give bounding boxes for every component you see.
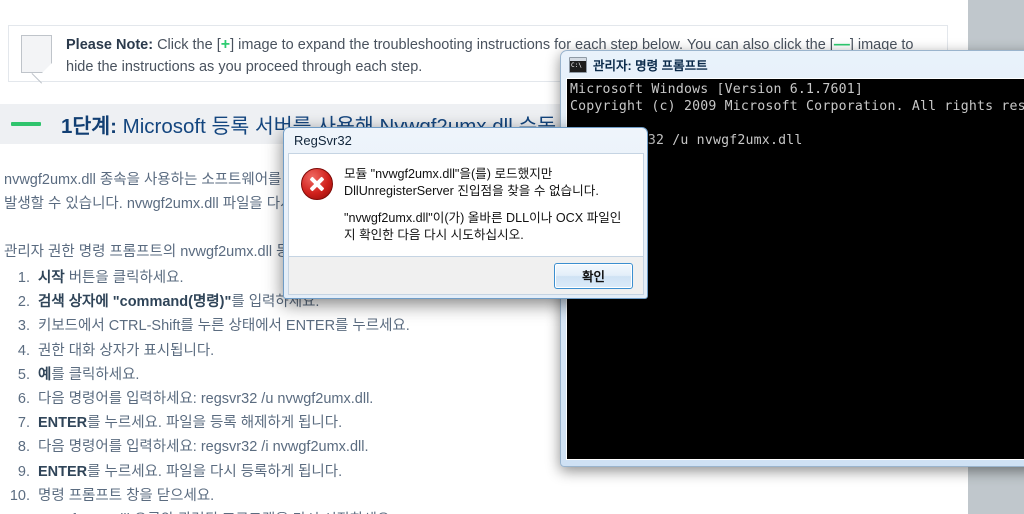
- dialog-body: 모듈 "nvwgf2umx.dll"을(를) 로드했지만 DllUnregist…: [288, 153, 644, 257]
- list-item-text: 를 누르세요. 파일을 등록 해제하게 됩니다.: [87, 415, 343, 432]
- list-item-text: 명령 프롬프트 창을 닫으세요.: [38, 487, 215, 504]
- list-item-text: 권한 대화 상자가 표시됩니다.: [38, 342, 215, 359]
- dialog-message-line-4: 지 확인한 다음 다시 시도하십시오.: [344, 227, 524, 242]
- regsvr32-dialog[interactable]: RegSvr32 모듈 "nvwgf2umx.dll"을(를) 로드했지만 Dl…: [283, 127, 648, 299]
- dialog-titlebar[interactable]: RegSvr32: [284, 128, 647, 153]
- console-line: Microsoft Windows [Version 6.1.7601]: [570, 82, 864, 97]
- step-1-number: 1단계:: [61, 115, 117, 138]
- screen-root: Please Note: Click the [+] image to expa…: [0, 0, 1024, 514]
- dialog-message-line-1: 모듈 "nvwgf2umx.dll"을(를) 로드했지만: [344, 167, 553, 181]
- list-item-emphasis: ENTER: [38, 463, 88, 480]
- list-item: nvwgf2umx.dll 오류와 관련된 프로그램을 다시 시작하세요.: [34, 508, 654, 514]
- please-note-label: Please Note:: [66, 37, 154, 53]
- list-item-text: 다음 명령어를 입력하세요: regsvr32 /u nvwgf2umx.dll…: [38, 391, 374, 408]
- dialog-ok-button[interactable]: 확인: [554, 263, 633, 289]
- dialog-message-line-3: "nvwgf2umx.dll"이(가) 올바른 DLL이나 OCX 파일인: [344, 211, 622, 225]
- list-item-emphasis: ENTER: [38, 415, 88, 432]
- list-item-text: 키보드에서 CTRL-Shift를 누른 상태에서 ENTER를 누르세요.: [38, 318, 410, 335]
- list-item-emphasis: 예: [38, 366, 52, 383]
- dialog-message-line-2: DllUnregisterServer 진입점을 찾을 수 없습니다.: [344, 183, 599, 198]
- console-line: Copyright (c) 2009 Microsoft Corporation…: [570, 99, 1024, 114]
- command-prompt-titlebar[interactable]: 관리자: 명령 프롬프트: [561, 51, 1024, 78]
- note-text-1: Click the [: [153, 37, 221, 53]
- dialog-message: 모듈 "nvwgf2umx.dll"을(를) 로드했지만 DllUnregist…: [344, 166, 621, 256]
- error-icon: [301, 168, 333, 200]
- dialog-footer: 확인: [288, 257, 644, 295]
- plus-icon[interactable]: +: [221, 36, 230, 53]
- list-item-text: 버튼을 클릭하세요.: [64, 270, 184, 286]
- command-prompt-title: 관리자: 명령 프롬프트: [593, 59, 708, 73]
- list-item: 명령 프롬프트 창을 닫으세요.: [34, 484, 654, 508]
- list-item-text: 다음 명령어를 입력하세요: regsvr32 /i nvwgf2umx.dll…: [38, 439, 369, 456]
- step-1-instruction-list: 시작 버튼을 클릭하세요.검색 상자에 "command(명령)"를 입력하세요…: [4, 266, 654, 514]
- list-item-text: 를 클릭하세요.: [51, 366, 140, 383]
- console-icon: [569, 56, 587, 73]
- collapse-dash-icon[interactable]: [11, 122, 41, 126]
- dialog-title: RegSvr32: [294, 133, 352, 148]
- list-item-emphasis: 검색 상자에 "command(명령)": [38, 294, 232, 311]
- note-paper-icon: [21, 35, 52, 84]
- list-item-emphasis: 시작: [38, 270, 65, 286]
- list-item-text: 를 누르세요. 파일을 다시 등록하게 됩니다.: [87, 463, 343, 480]
